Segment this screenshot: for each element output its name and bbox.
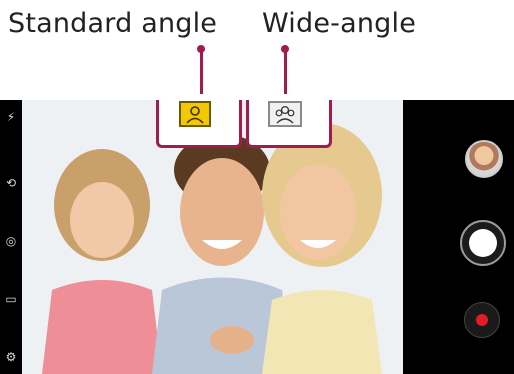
aspect-ratio-icon[interactable]: ▭ (4, 292, 18, 306)
shutter-button[interactable] (460, 220, 506, 266)
wide-angle-label: Wide-angle (262, 8, 417, 39)
single-person-icon (186, 106, 204, 124)
flash-off-icon[interactable]: ⚡ (4, 110, 18, 124)
gallery-thumbnail[interactable] (465, 140, 503, 178)
wide-lens-button[interactable] (268, 101, 302, 127)
record-icon (476, 314, 488, 326)
wide-callout-line (284, 50, 287, 94)
settings-icon[interactable]: ⚙ (4, 350, 18, 364)
camera-switch-icon[interactable]: ⟲ (4, 176, 18, 190)
video-record-button[interactable] (464, 302, 500, 338)
standard-callout-line (200, 50, 203, 94)
left-toolbar: ⚡ ⟲ ◎ ▭ ⚙ (0, 100, 22, 374)
group-people-icon (275, 105, 295, 124)
standard-lens-button[interactable] (179, 101, 211, 127)
shutter-inner (469, 229, 497, 257)
camera-screen: ⚡ ⟲ ◎ ▭ ⚙ (0, 100, 514, 374)
standard-angle-label: Standard angle (8, 8, 218, 39)
filter-icon[interactable]: ◎ (4, 234, 18, 248)
